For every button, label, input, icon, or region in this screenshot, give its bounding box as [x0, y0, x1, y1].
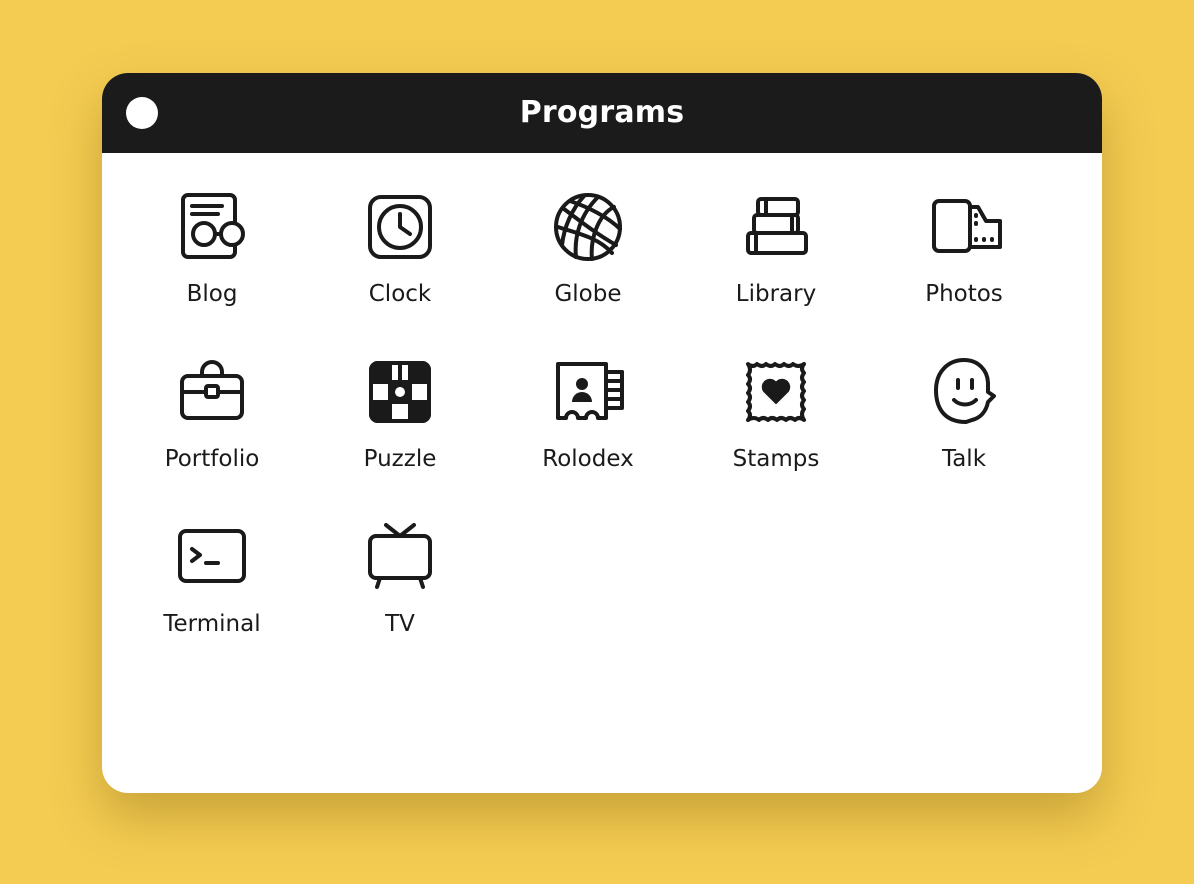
app-label: Puzzle	[363, 446, 437, 472]
blog-icon	[174, 189, 250, 265]
portfolio-icon	[174, 354, 250, 430]
app-library[interactable]: Library	[682, 189, 870, 354]
program-grid: Blog Clock Globe Library Photos Portfoli…	[118, 189, 1058, 684]
app-label: Photos	[925, 281, 1003, 307]
programs-window: Programs Blog Clock Globe Library Photos…	[102, 73, 1102, 793]
app-rolodex[interactable]: Rolodex	[494, 354, 682, 519]
talk-icon	[926, 354, 1002, 430]
title-bar[interactable]: Programs	[102, 73, 1102, 153]
app-label: TV	[385, 611, 415, 637]
app-label: Talk	[941, 446, 987, 472]
app-label: Blog	[186, 281, 238, 307]
app-label: Globe	[554, 281, 622, 307]
app-portfolio[interactable]: Portfolio	[118, 354, 306, 519]
app-puzzle[interactable]: Puzzle	[306, 354, 494, 519]
puzzle-icon	[362, 354, 438, 430]
window-title: Programs	[519, 95, 685, 130]
stamps-icon	[738, 354, 814, 430]
library-icon	[738, 189, 814, 265]
app-label: Terminal	[163, 611, 261, 637]
app-tv[interactable]: TV	[306, 519, 494, 684]
app-blog[interactable]: Blog	[118, 189, 306, 354]
app-clock[interactable]: Clock	[306, 189, 494, 354]
rolodex-icon	[550, 354, 626, 430]
app-globe[interactable]: Globe	[494, 189, 682, 354]
app-terminal[interactable]: Terminal	[118, 519, 306, 684]
app-stamps[interactable]: Stamps	[682, 354, 870, 519]
globe-icon	[550, 189, 626, 265]
photos-icon	[926, 189, 1002, 265]
clock-icon	[362, 189, 438, 265]
app-talk[interactable]: Talk	[870, 354, 1058, 519]
app-photos[interactable]: Photos	[870, 189, 1058, 354]
app-label: Portfolio	[164, 446, 260, 472]
app-label: Library	[735, 281, 817, 307]
tv-icon	[362, 519, 438, 595]
app-label: Stamps	[732, 446, 820, 472]
terminal-icon	[174, 519, 250, 595]
app-label: Clock	[368, 281, 432, 307]
app-label: Rolodex	[542, 446, 634, 472]
